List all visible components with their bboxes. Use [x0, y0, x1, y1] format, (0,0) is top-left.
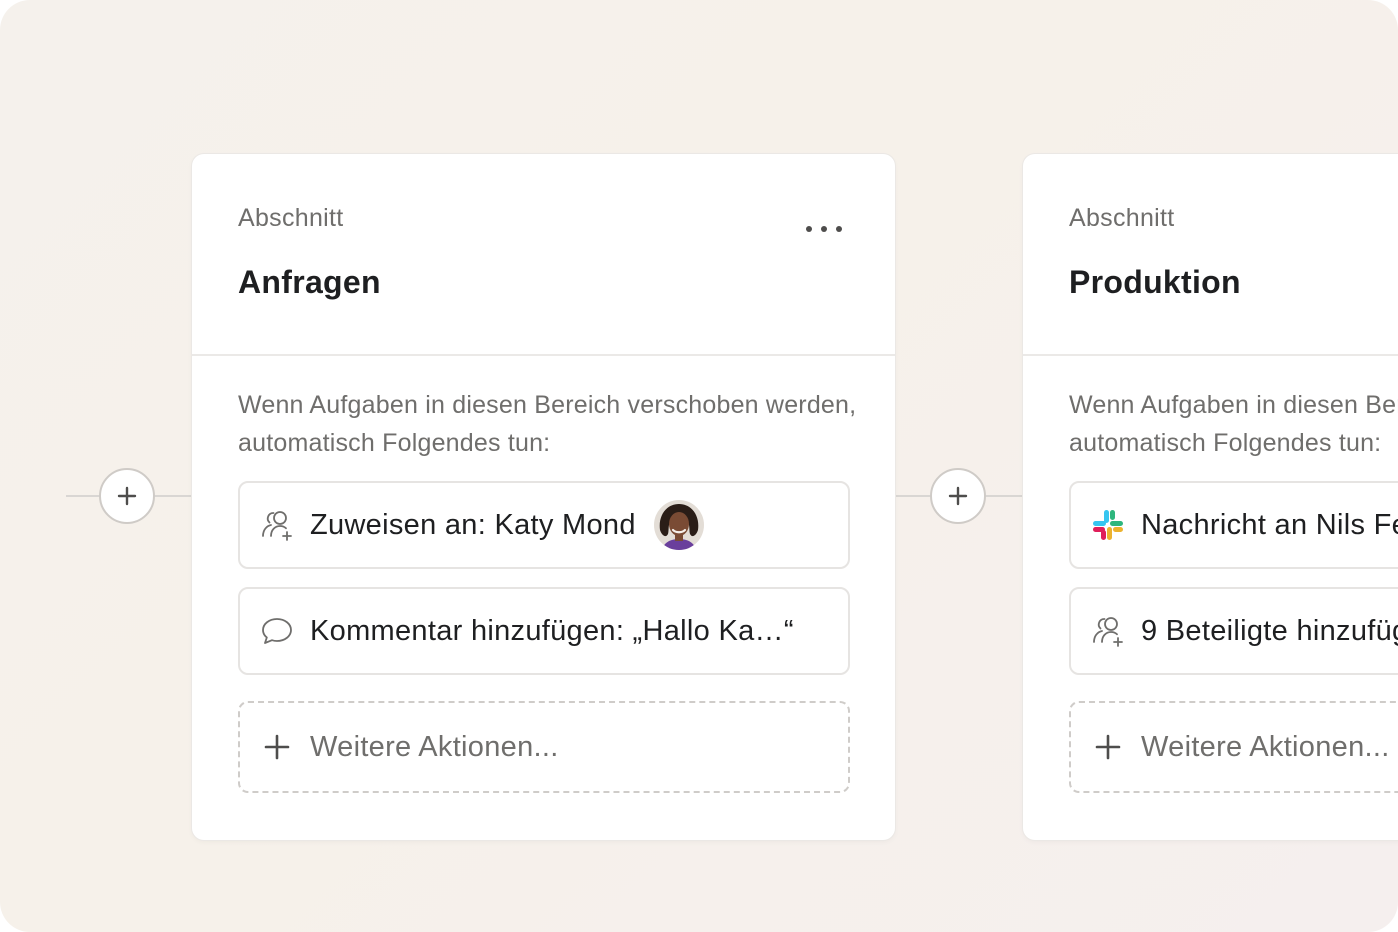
- workflow-canvas: Abschnitt Anfragen Wenn Aufgaben in dies…: [0, 0, 1398, 932]
- add-section-button[interactable]: [930, 468, 986, 524]
- rule-description: Wenn Aufgaben in diesen Bereich verschob…: [238, 391, 857, 457]
- plus-icon: [260, 730, 294, 764]
- section-label: Abschnitt: [1069, 204, 1175, 232]
- action-label: Nachricht an Nils Ferner: [1141, 508, 1398, 541]
- action-slack-message[interactable]: Nachricht an Nils Ferner: [1069, 481, 1398, 569]
- avatar: [653, 500, 704, 550]
- action-add-collaborators[interactable]: 9 Beteiligte hinzufügen: [1069, 587, 1398, 675]
- add-section-button[interactable]: [99, 468, 155, 524]
- more-actions-button[interactable]: Weitere Aktionen...: [238, 701, 850, 793]
- section-title: Anfragen: [238, 264, 381, 300]
- section-title: Produktion: [1069, 264, 1241, 300]
- comment-bubble-icon: [260, 614, 294, 648]
- slack-icon: [1091, 508, 1125, 542]
- more-actions-button[interactable]: Weitere Aktionen...: [1069, 701, 1398, 793]
- action-label: Kommentar hinzufügen: „Hallo Ka…“: [310, 614, 794, 647]
- more-actions-label: Weitere Aktionen...: [310, 730, 559, 763]
- plus-icon: [1091, 730, 1125, 764]
- plus-icon: [117, 486, 137, 506]
- section-rule-card: Abschnitt Produktion Wenn Aufgaben in di…: [1023, 154, 1398, 840]
- action-label: 9 Beteiligte hinzufügen: [1141, 614, 1398, 647]
- action-comment[interactable]: Kommentar hinzufügen: „Hallo Ka…“: [238, 587, 850, 675]
- section-label: Abschnitt: [238, 204, 344, 232]
- plus-icon: [948, 486, 968, 506]
- action-assign[interactable]: Zuweisen an: Katy Mond: [238, 481, 850, 569]
- assign-people-icon: [260, 508, 294, 542]
- rule-description: Wenn Aufgaben in diesen Bereich verschob…: [1069, 391, 1398, 457]
- collaborators-icon: [1091, 614, 1125, 648]
- more-options-icon[interactable]: [806, 224, 842, 234]
- more-actions-label: Weitere Aktionen...: [1141, 730, 1390, 763]
- action-label: Zuweisen an: Katy Mond: [310, 508, 636, 541]
- section-rule-card: Abschnitt Anfragen Wenn Aufgaben in dies…: [192, 154, 895, 840]
- card-header: Abschnitt Anfragen: [192, 154, 895, 356]
- card-header: Abschnitt Produktion: [1023, 154, 1398, 356]
